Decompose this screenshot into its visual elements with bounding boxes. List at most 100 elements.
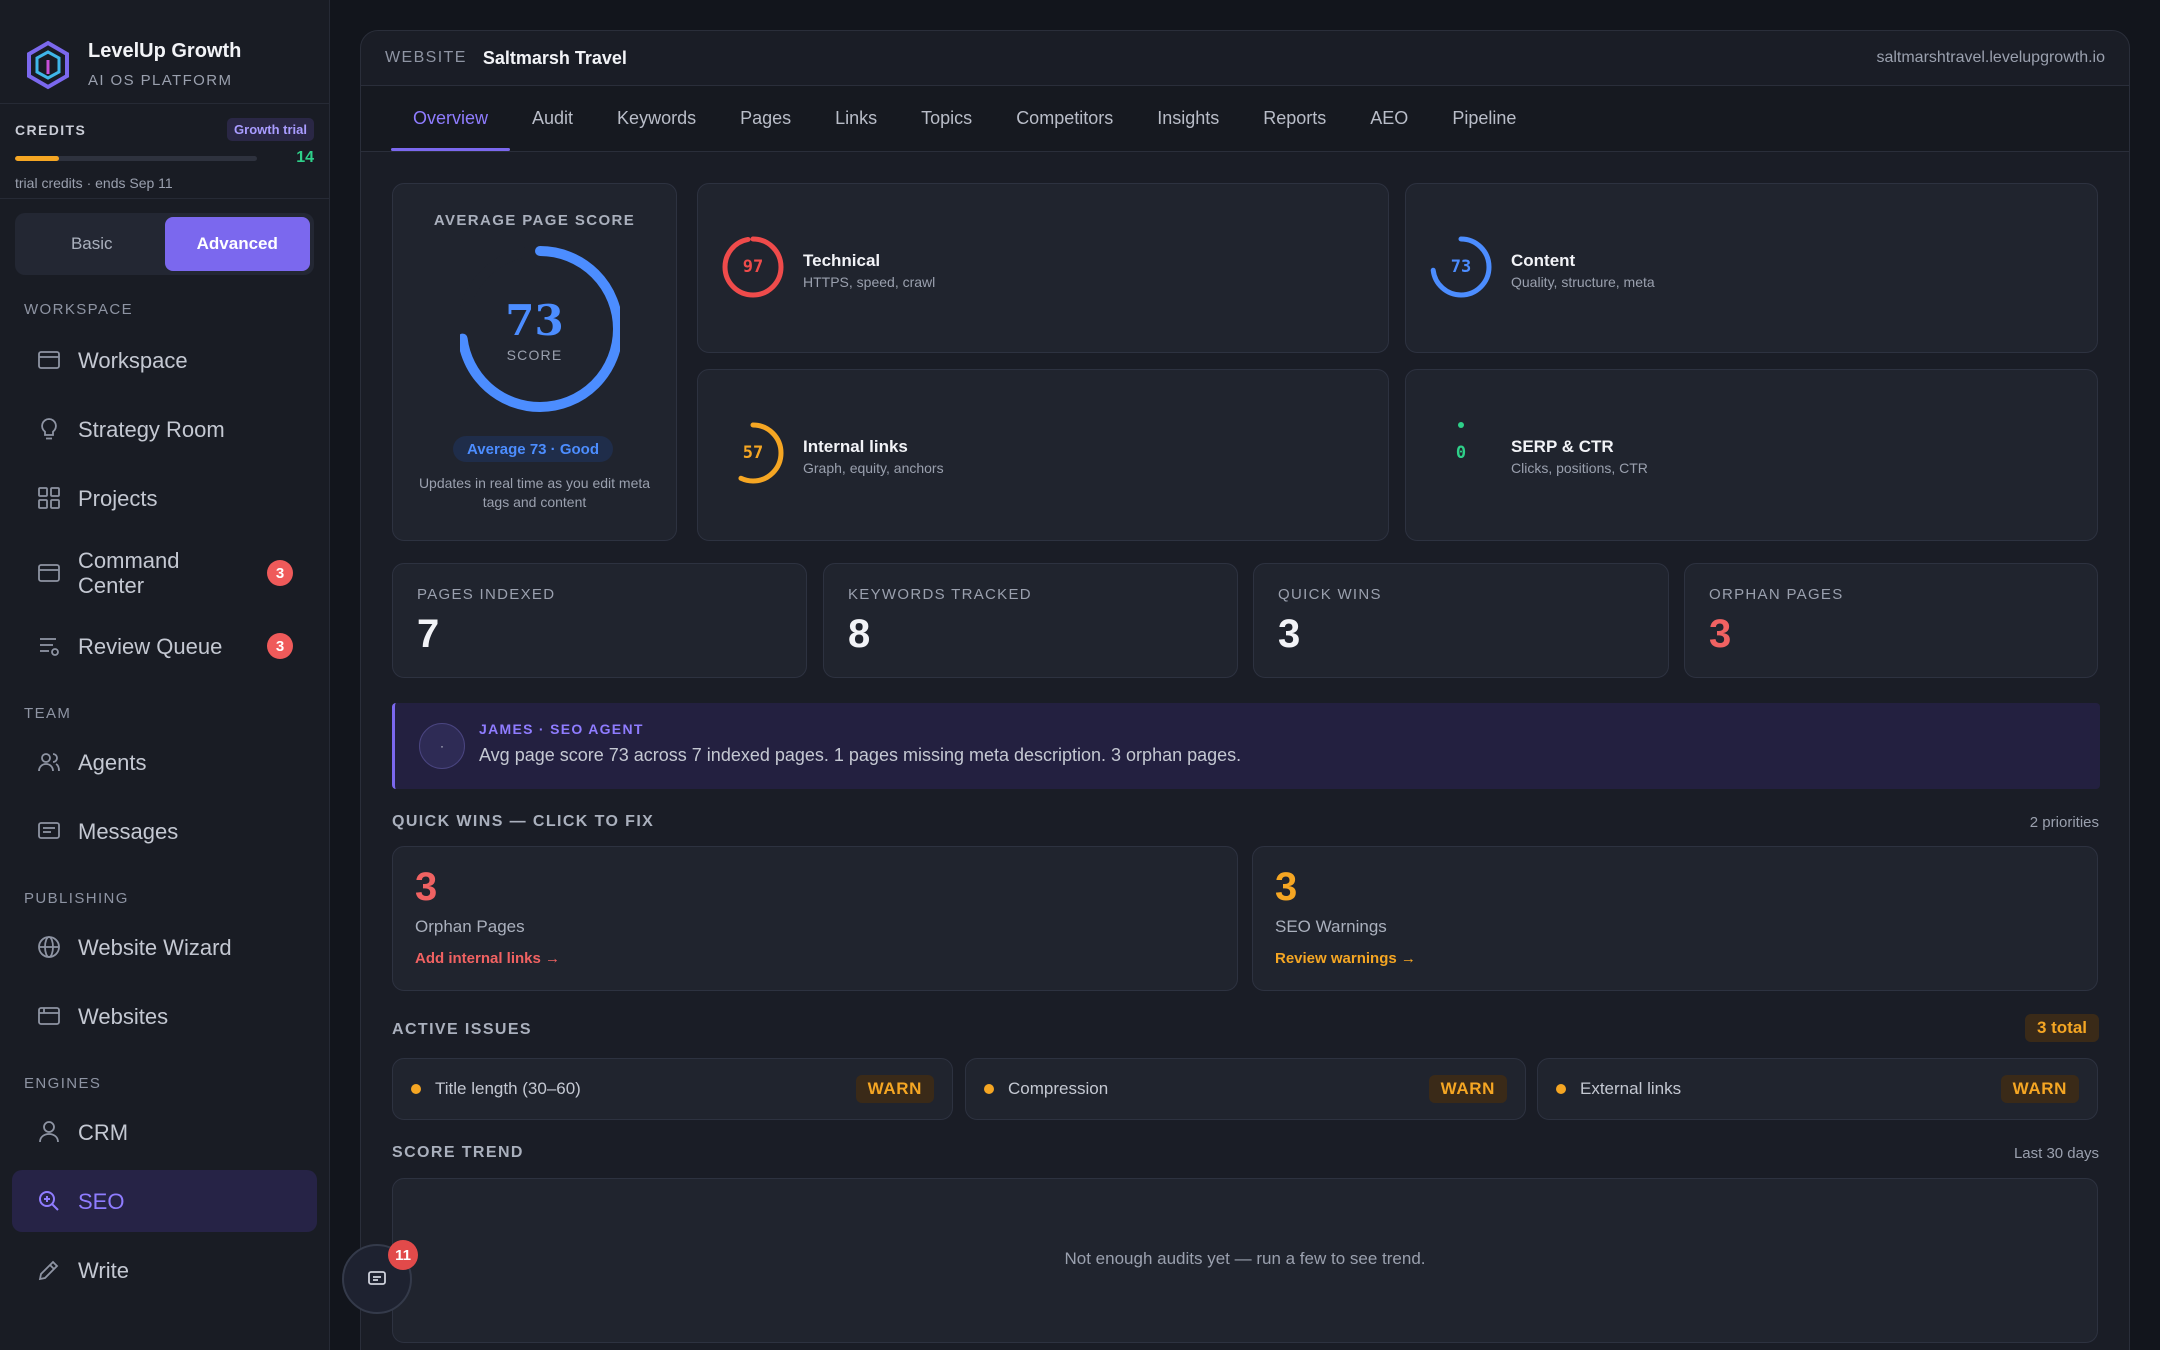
issues-total-badge: 3 total [2024, 1014, 2099, 1042]
tab-aeo[interactable]: AEO [1348, 86, 1430, 151]
stat-label: PAGES INDEXED [417, 586, 556, 603]
score-trend-meta: Last 30 days [2013, 1145, 2099, 1162]
notification-badge: 3 [267, 560, 293, 586]
sidebar-item-label: Websites [78, 1003, 169, 1029]
stat-label: ORPHAN PAGES [1709, 586, 1844, 603]
tab-reports[interactable]: Reports [1241, 86, 1348, 151]
add-internal-links-link[interactable]: Add internal links → [415, 950, 560, 967]
chat-unread-badge: 11 [388, 1240, 418, 1270]
mode-advanced-button[interactable]: Advanced [164, 217, 310, 271]
internal-links-title: Internal links [803, 437, 908, 456]
sidebar-item-website-wizard[interactable]: Website Wizard [12, 916, 317, 978]
grid-icon [38, 487, 60, 509]
sidebar-item-label: CRM [78, 1119, 129, 1145]
quick-wins-title: QUICK WINS — CLICK TO FIX [392, 813, 655, 830]
average-score-note: Updates in real time as you edit meta ta… [418, 475, 651, 510]
website-label: WEBSITE [385, 49, 467, 66]
stat-value: 3 [1709, 612, 1732, 656]
sidebar-item-label: Projects [78, 485, 158, 511]
lightbulb-icon [41, 418, 57, 440]
tab-topics[interactable]: Topics [899, 86, 994, 151]
sidebar-item-crm[interactable]: CRM [12, 1101, 317, 1163]
issue-label: Title length (30–60) [435, 1079, 581, 1098]
sidebar-item-label: SEO [78, 1188, 125, 1214]
tab-competitors[interactable]: Competitors [994, 86, 1135, 151]
issue-label: External links [1580, 1079, 1682, 1098]
quick-win-orphan-pages[interactable]: 3 Orphan Pages Add internal links → [392, 846, 1238, 991]
issue-label: Compression [1008, 1079, 1109, 1098]
sidebar-item-label: Agents [78, 749, 147, 775]
sidebar-item-label: Review Queue [78, 633, 223, 659]
warning-dot-icon [1556, 1084, 1566, 1094]
pencil-icon [38, 1260, 59, 1281]
seo-panel: WEBSITE Saltmarsh Travel saltmarshtravel… [360, 30, 2130, 1350]
technical-desc: HTTPS, speed, crawl [803, 274, 936, 290]
globe-icon [38, 936, 60, 958]
agent-insight: · JAMES · SEO AGENT Avg page score 73 ac… [392, 703, 2100, 789]
issue-external-links[interactable]: External links WARN [1537, 1058, 2098, 1120]
website-name[interactable]: Saltmarsh Travel [483, 48, 627, 69]
sidebar-item-command-center[interactable]: Command Center 3 [12, 536, 317, 610]
stat-quick-wins[interactable]: QUICK WINS 3 [1253, 563, 1669, 678]
nav-section-engines: ENGINES [24, 1075, 102, 1092]
stat-pages-indexed[interactable]: PAGES INDEXED 7 [392, 563, 807, 678]
internal-links-score-value: 57 [742, 443, 764, 463]
score-trend-title: SCORE TREND [392, 1144, 524, 1161]
sidebar-item-review-queue[interactable]: Review Queue 3 [12, 615, 317, 677]
tab-pages[interactable]: Pages [718, 86, 813, 151]
stat-orphan-pages[interactable]: ORPHAN PAGES 3 [1684, 563, 2098, 678]
stat-keywords-tracked[interactable]: KEYWORDS TRACKED 8 [823, 563, 1238, 678]
sidebar-item-label: Strategy Room [78, 416, 225, 442]
sidebar-item-seo[interactable]: SEO [12, 1170, 317, 1232]
quick-win-seo-warnings[interactable]: 3 SEO Warnings Review warnings → [1252, 846, 2098, 991]
sidebar-item-label: Workspace [78, 347, 188, 373]
list-check-icon [40, 638, 59, 656]
search-icon [39, 1191, 59, 1211]
brand-subtitle: AI OS PLATFORM [88, 72, 233, 89]
tab-links[interactable]: Links [813, 86, 899, 151]
mode-toggle: Basic Advanced [15, 213, 314, 275]
technical-score-card[interactable]: 97 Technical HTTPS, speed, crawl [697, 183, 1389, 353]
average-score-card: AVERAGE PAGE SCORE 73 SCORE Average 73 ·… [392, 183, 677, 541]
tab-pipeline[interactable]: Pipeline [1430, 86, 1538, 151]
brand[interactable]: LevelUp Growth AI OS PLATFORM [0, 0, 329, 104]
credits-progress-bar [15, 155, 257, 161]
active-issues-title: ACTIVE ISSUES [392, 1021, 533, 1038]
issue-title-length[interactable]: Title length (30–60) WARN [392, 1058, 953, 1120]
user-icon [39, 1121, 59, 1143]
tab-insights[interactable]: Insights [1135, 86, 1241, 151]
monitor-icon [38, 564, 60, 582]
sidebar-item-workspace[interactable]: Workspace [12, 329, 317, 391]
tab-audit[interactable]: Audit [510, 86, 595, 151]
stat-label: QUICK WINS [1278, 586, 1382, 603]
serp-ctr-score-card[interactable]: 0 SERP & CTR Clicks, positions, CTR [1405, 369, 2098, 541]
users-icon [38, 753, 60, 772]
content-score-card[interactable]: 73 Content Quality, structure, meta [1405, 183, 2098, 353]
issue-compression[interactable]: Compression WARN [965, 1058, 1526, 1120]
internal-links-score-card[interactable]: 57 Internal links Graph, equity, anchors [697, 369, 1389, 541]
sidebar-item-agents[interactable]: Agents [12, 731, 317, 793]
sidebar-item-websites[interactable]: Websites [12, 985, 317, 1047]
tab-keywords[interactable]: Keywords [595, 86, 718, 151]
sidebar-item-strategy-room[interactable]: Strategy Room [12, 398, 317, 460]
content-desc: Quality, structure, meta [1511, 274, 1655, 290]
quick-wins-meta: 2 priorities [2029, 814, 2099, 831]
content-title: Content [1511, 251, 1576, 270]
website-url[interactable]: saltmarshtravel.levelupgrowth.io [1876, 49, 2105, 67]
sidebar-item-projects[interactable]: Projects [12, 467, 317, 529]
average-score-badge: Average 73 · Good [453, 436, 613, 462]
average-score-unit: SCORE [506, 347, 563, 363]
sidebar-item-label: Write [78, 1257, 129, 1283]
technical-score-value: 97 [742, 257, 764, 277]
sidebar-item-messages[interactable]: Messages [12, 800, 317, 862]
sidebar-item-write[interactable]: Write [12, 1239, 317, 1301]
review-warnings-link[interactable]: Review warnings → [1275, 950, 1416, 967]
sidebar-item-label: Messages [78, 818, 179, 844]
issue-status-badge: WARN [2000, 1075, 2079, 1103]
mode-basic-button[interactable]: Basic [19, 217, 165, 271]
sidebar-item-label: Website Wizard [78, 934, 232, 960]
tab-overview[interactable]: Overview [391, 86, 511, 151]
stat-label: KEYWORDS TRACKED [848, 586, 1032, 603]
nav-section-publishing: PUBLISHING [24, 890, 129, 907]
trial-badge[interactable]: Growth trial [227, 118, 314, 141]
